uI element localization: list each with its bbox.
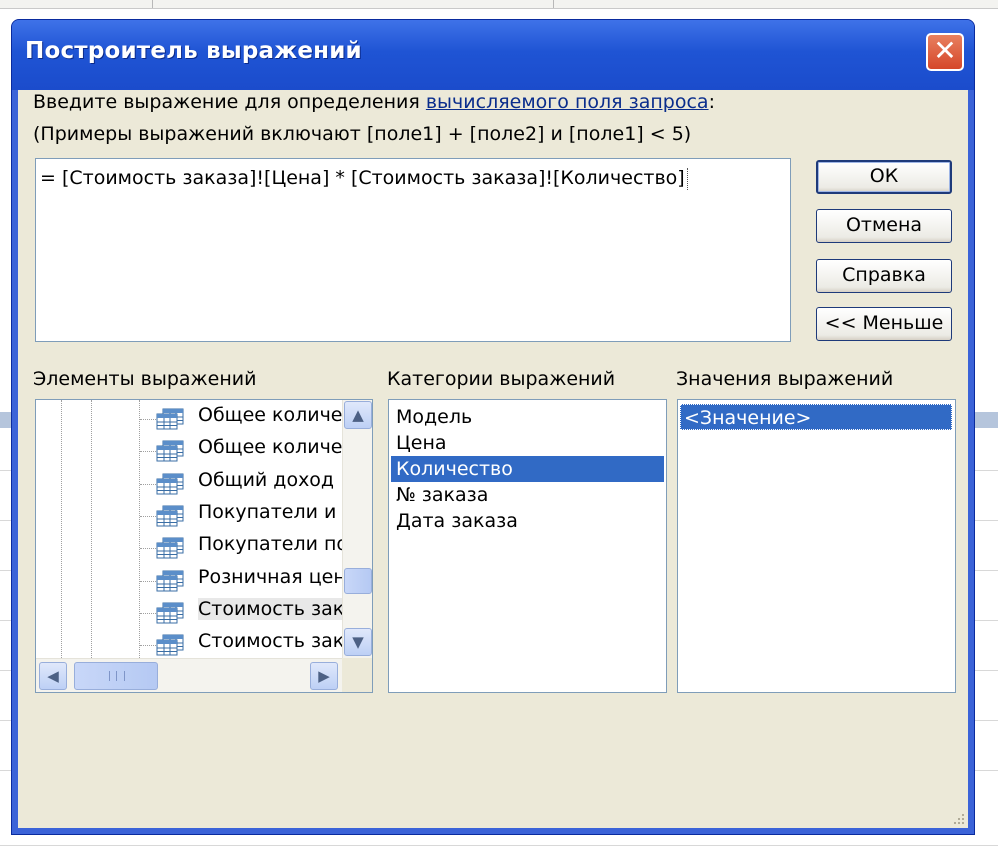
elements-horizontal-scrollbar[interactable]: ◀ ▶ — [36, 658, 342, 692]
query-table-icon — [156, 505, 184, 527]
category-item[interactable]: Модель — [393, 404, 475, 430]
thumb-grip — [109, 671, 125, 681]
tree-item-label: Общее количе — [198, 404, 343, 426]
description-suffix: : — [708, 91, 715, 113]
tree-line — [140, 451, 156, 453]
query-table-icon — [156, 408, 184, 430]
tree-line — [140, 515, 156, 518]
query-table-icon — [156, 473, 184, 495]
title-bar[interactable]: Построитель выражений ✕ — [12, 20, 974, 90]
query-table-icon — [156, 440, 184, 462]
expression-input[interactable]: = [Стоимость заказа]![Цена] * [Стоимость… — [35, 158, 791, 342]
scrollbar-corner — [342, 658, 372, 692]
category-item[interactable]: Количество — [391, 456, 664, 482]
tree-item-label: Общий доход — [198, 468, 335, 491]
resize-grip-icon[interactable] — [952, 812, 966, 826]
description-line-1: Введите выражение для определения вычисл… — [33, 91, 715, 113]
ok-button[interactable]: ОК — [816, 160, 952, 194]
thumb-grip-line — [116, 671, 117, 681]
tree-line — [140, 483, 156, 486]
query-table-icon — [156, 570, 184, 592]
elements-label: Элементы выражений — [33, 368, 257, 390]
categories-label: Категории выражений — [387, 368, 616, 390]
query-table-icon — [156, 537, 184, 559]
scroll-right-button[interactable]: ▶ — [310, 662, 338, 690]
tree-line — [140, 419, 156, 421]
background-divider — [152, 0, 153, 8]
chevron-down-icon: ▼ — [352, 633, 364, 651]
list-item-value-placeholder[interactable]: <Значение> — [680, 404, 952, 430]
tree-line — [140, 645, 156, 647]
query-table-icon — [156, 634, 184, 656]
category-item[interactable]: Дата заказа — [393, 508, 521, 534]
tree-item-label: Общее количе — [198, 436, 343, 459]
cancel-button[interactable]: Отмена — [816, 209, 952, 243]
scroll-down-button[interactable]: ▼ — [344, 628, 372, 656]
tree-line — [140, 580, 156, 583]
tree-line — [140, 548, 156, 550]
close-icon: ✕ — [933, 34, 957, 67]
dialog-title: Построитель выражений — [25, 38, 362, 64]
values-list[interactable]: <Значение> — [677, 399, 956, 693]
calculated-field-link[interactable]: вычисляемого поля запроса — [426, 91, 709, 113]
close-button[interactable]: ✕ — [926, 33, 964, 71]
scroll-left-button[interactable]: ◀ — [39, 662, 67, 690]
tree-line — [91, 400, 93, 658]
expression-text: = [Стоимость заказа]![Цена] * [Стоимость… — [40, 167, 685, 189]
background-toolbar — [0, 0, 998, 9]
categories-list[interactable]: Модель Цена Количество № заказа Дата заказа — [388, 399, 667, 693]
query-table-icon — [156, 602, 184, 624]
tree-item-label: Стоимость зак — [198, 630, 345, 653]
elements-vertical-scrollbar[interactable]: ▲ ▼ — [342, 400, 372, 658]
chevron-left-icon: ◀ — [47, 667, 59, 685]
horizontal-scroll-thumb[interactable] — [74, 662, 158, 690]
category-item[interactable]: № заказа — [393, 482, 491, 508]
description-prefix: Введите выражение для определения — [33, 91, 426, 113]
background-divider — [553, 0, 554, 8]
scroll-up-button[interactable]: ▲ — [344, 401, 372, 429]
tree-item-label: Стоимость зак — [198, 597, 345, 620]
tree-item-label: Покупатели по — [198, 533, 349, 556]
values-label: Значения выражений — [676, 368, 894, 390]
tree-line — [61, 400, 63, 658]
vertical-scroll-thumb[interactable] — [344, 568, 372, 594]
help-button[interactable]: Справка — [816, 259, 952, 293]
text-caret — [686, 167, 690, 190]
tree-line — [140, 612, 156, 615]
chevron-up-icon: ▲ — [352, 406, 364, 424]
tree-line — [139, 400, 141, 658]
less-button[interactable]: << Меньше — [816, 307, 952, 341]
tree-item-label: Розничная цен — [198, 565, 346, 588]
expression-builder-dialog: Построитель выражений ✕ Введите выражени… — [11, 19, 975, 835]
dialog-body: Введите выражение для определения вычисл… — [18, 90, 968, 828]
tree-item-label: Покупатели и — [198, 500, 337, 523]
category-item[interactable]: Цена — [393, 430, 450, 456]
background-grid-line — [0, 845, 998, 846]
chevron-right-icon: ▶ — [318, 667, 330, 685]
description-line-2: (Примеры выражений включают [поле1] + [п… — [33, 123, 692, 145]
elements-tree[interactable]: Общее количе Общее количе Общий доход Покуп… — [35, 399, 373, 693]
